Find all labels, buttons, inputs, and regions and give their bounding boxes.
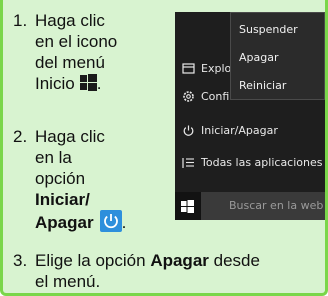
step-1-text: 1. Haga clic en el icono del menú Inicio.: [13, 10, 163, 94]
start-menu-screenshot: Explo Confi Iniciar/Apagar Todas las apl…: [175, 12, 325, 220]
step-2-line-1: Haga clic: [35, 127, 105, 146]
step-1-line-2: en el icono: [35, 32, 118, 51]
power-option-reiniciar[interactable]: Reiniciar: [239, 79, 286, 92]
step-3-pre: Elige la opción: [35, 251, 146, 270]
windows-start-icon: [79, 74, 97, 91]
power-option-suspender[interactable]: Suspender: [239, 23, 298, 36]
search-box[interactable]: Buscar en la web: [201, 192, 325, 220]
windows-start-button-icon[interactable]: [181, 200, 194, 213]
step-2-line-2: en la: [35, 148, 72, 167]
power-option-apagar[interactable]: Apagar: [239, 51, 279, 64]
step-3-bold: Apagar: [150, 251, 209, 270]
step-2-number: 2.: [13, 127, 28, 146]
step-1-line-3: del menú: [35, 53, 105, 72]
power-icon: [182, 124, 195, 137]
step-1-inicio: Inicio: [35, 74, 75, 93]
menu-item-all-apps-label: Todas las aplicaciones: [201, 156, 323, 169]
power-options-popup: Suspender Apagar Reiniciar: [230, 12, 325, 100]
settings-gear-icon: [182, 90, 195, 103]
search-placeholder: Buscar en la web: [229, 199, 324, 212]
file-explorer-icon: [182, 62, 195, 75]
step-2-line-5: Apagar.: [13, 210, 163, 233]
step-2-line-3: opción: [35, 169, 86, 188]
power-button-icon: [99, 210, 122, 232]
step-2-apagar: Apagar: [35, 213, 94, 232]
step-2-line-4: Iniciar/: [35, 190, 90, 209]
menu-item-settings-label: Confi: [201, 90, 230, 103]
instruction-card: 1. Haga clic en el icono del menú Inicio.…: [0, 0, 328, 296]
step-3-line-2: el menú.: [35, 272, 101, 291]
menu-item-power-label: Iniciar/Apagar: [201, 124, 278, 137]
menu-item-power[interactable]: Iniciar/Apagar: [175, 118, 325, 144]
step-1-line-1: Haga clic: [35, 11, 105, 30]
step-3-number: 3.: [13, 251, 28, 270]
step-3-text: 3. Elige la opción Apagar desde el menú.: [13, 250, 325, 292]
taskbar: Buscar en la web: [175, 192, 325, 220]
menu-item-explorer-label: Explo: [201, 62, 232, 75]
step-1-number: 1.: [13, 11, 28, 30]
all-apps-list-icon: [182, 156, 195, 169]
menu-item-all-apps[interactable]: Todas las aplicaciones: [175, 150, 325, 176]
step-2-text: 2. Haga clic en la opción Iniciar/ Apagar…: [13, 126, 163, 233]
step-1-line-4: Inicio.: [35, 74, 102, 93]
step-3-post: desde: [213, 251, 260, 270]
